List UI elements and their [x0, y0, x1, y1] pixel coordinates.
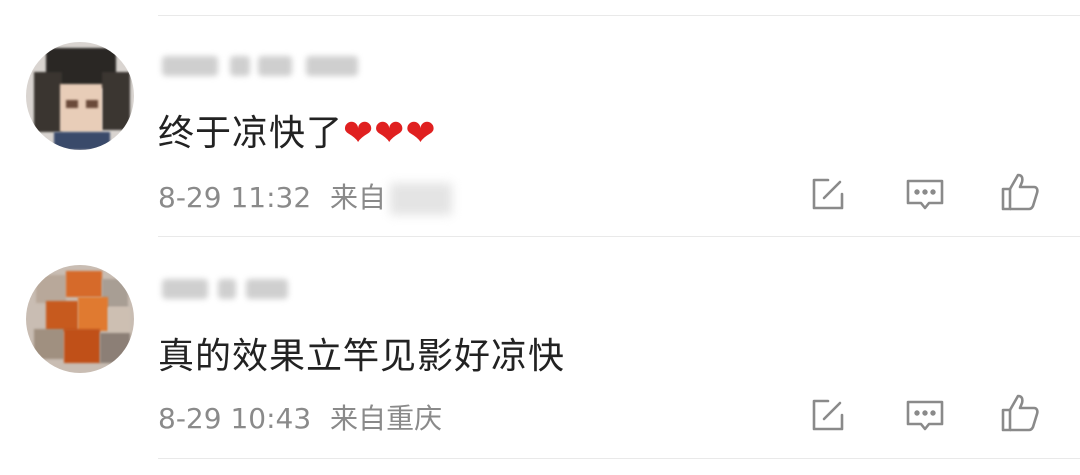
- heart-emoji: ❤❤❤: [343, 113, 437, 154]
- edit-icon[interactable]: [806, 172, 850, 216]
- comment-meta: 8-29 11:32 来自: [158, 176, 453, 216]
- like-icon[interactable]: [998, 391, 1042, 435]
- from-label: 来自: [330, 181, 387, 214]
- comment-meta: 8-29 10:43 来自重庆: [158, 397, 442, 437]
- comment-time: 8-29 11:32: [158, 181, 312, 214]
- comment-icon[interactable]: [903, 172, 947, 216]
- comment-text: 终于凉快了❤❤❤: [158, 104, 437, 156]
- comment-text: 真的效果立竿见影好凉快: [158, 327, 565, 379]
- comment-item: 终于凉快了❤❤❤ 8-29 11:32 来自: [0, 0, 1080, 237]
- comment-location: 重庆: [386, 402, 443, 435]
- like-icon[interactable]: [998, 170, 1042, 214]
- divider: [158, 458, 1080, 459]
- edit-icon[interactable]: [806, 393, 850, 437]
- comment-text-body: 终于凉快了: [158, 113, 344, 154]
- username-blurred[interactable]: [158, 273, 293, 305]
- username-blurred[interactable]: [158, 50, 363, 82]
- comment-text-body: 真的效果立竿见影好凉快: [158, 336, 566, 377]
- location-blurred: [390, 183, 453, 215]
- comment-time: 8-29 10:43: [158, 402, 312, 435]
- avatar[interactable]: [26, 265, 134, 373]
- from-label: 来自: [330, 402, 387, 435]
- comment-icon[interactable]: [903, 393, 947, 437]
- comment-item: 真的效果立竿见影好凉快 8-29 10:43 来自重庆: [0, 237, 1080, 475]
- avatar[interactable]: [26, 42, 134, 150]
